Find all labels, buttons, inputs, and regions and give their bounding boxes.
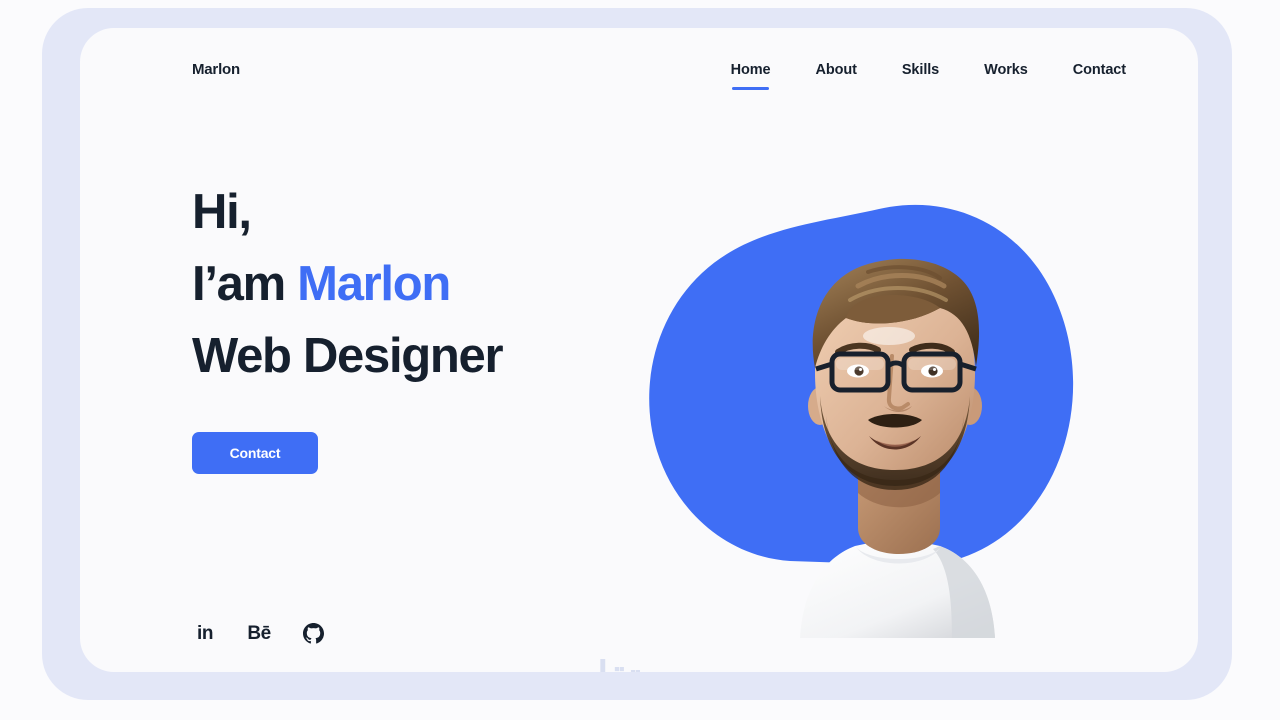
mostaql-watermark: مستقل mostaql.com bbox=[479, 656, 799, 672]
portrait-blob bbox=[640, 168, 1110, 638]
social-links: in Bē bbox=[192, 620, 326, 646]
linkedin-icon[interactable]: in bbox=[192, 620, 218, 646]
behance-icon-glyph: Bē bbox=[247, 622, 271, 644]
hero-headline-name-accent: Marlon bbox=[297, 257, 451, 311]
hero-text-column: Hi, I’am Marlon Web Designer Contact bbox=[192, 176, 662, 474]
linkedin-icon-glyph: in bbox=[197, 622, 213, 644]
portfolio-hero-card: Marlon Home About Skills Works Contact H… bbox=[80, 28, 1198, 672]
hero-portrait-column bbox=[640, 168, 1110, 638]
nav-item-about[interactable]: About bbox=[815, 62, 856, 90]
hero-headline-line-2: I’am Marlon bbox=[192, 248, 662, 320]
watermark-arabic-text: مستقل bbox=[479, 656, 799, 672]
primary-nav: Home About Skills Works Contact bbox=[731, 62, 1126, 90]
behance-icon[interactable]: Bē bbox=[246, 620, 272, 646]
github-icon[interactable] bbox=[300, 620, 326, 646]
top-navigation-bar: Marlon Home About Skills Works Contact bbox=[80, 28, 1198, 120]
brand-logo[interactable]: Marlon bbox=[192, 61, 240, 78]
nav-item-works[interactable]: Works bbox=[984, 62, 1028, 90]
hero-headline-line-3: Web Designer bbox=[192, 329, 504, 383]
nav-item-home[interactable]: Home bbox=[731, 62, 771, 90]
nav-item-skills[interactable]: Skills bbox=[902, 62, 939, 90]
hero-headline-line-1: Hi, bbox=[192, 185, 252, 239]
nav-item-contact[interactable]: Contact bbox=[1073, 62, 1126, 90]
hero-headline-line-2-prefix: I’am bbox=[192, 257, 298, 311]
contact-cta-button[interactable]: Contact bbox=[192, 432, 318, 474]
